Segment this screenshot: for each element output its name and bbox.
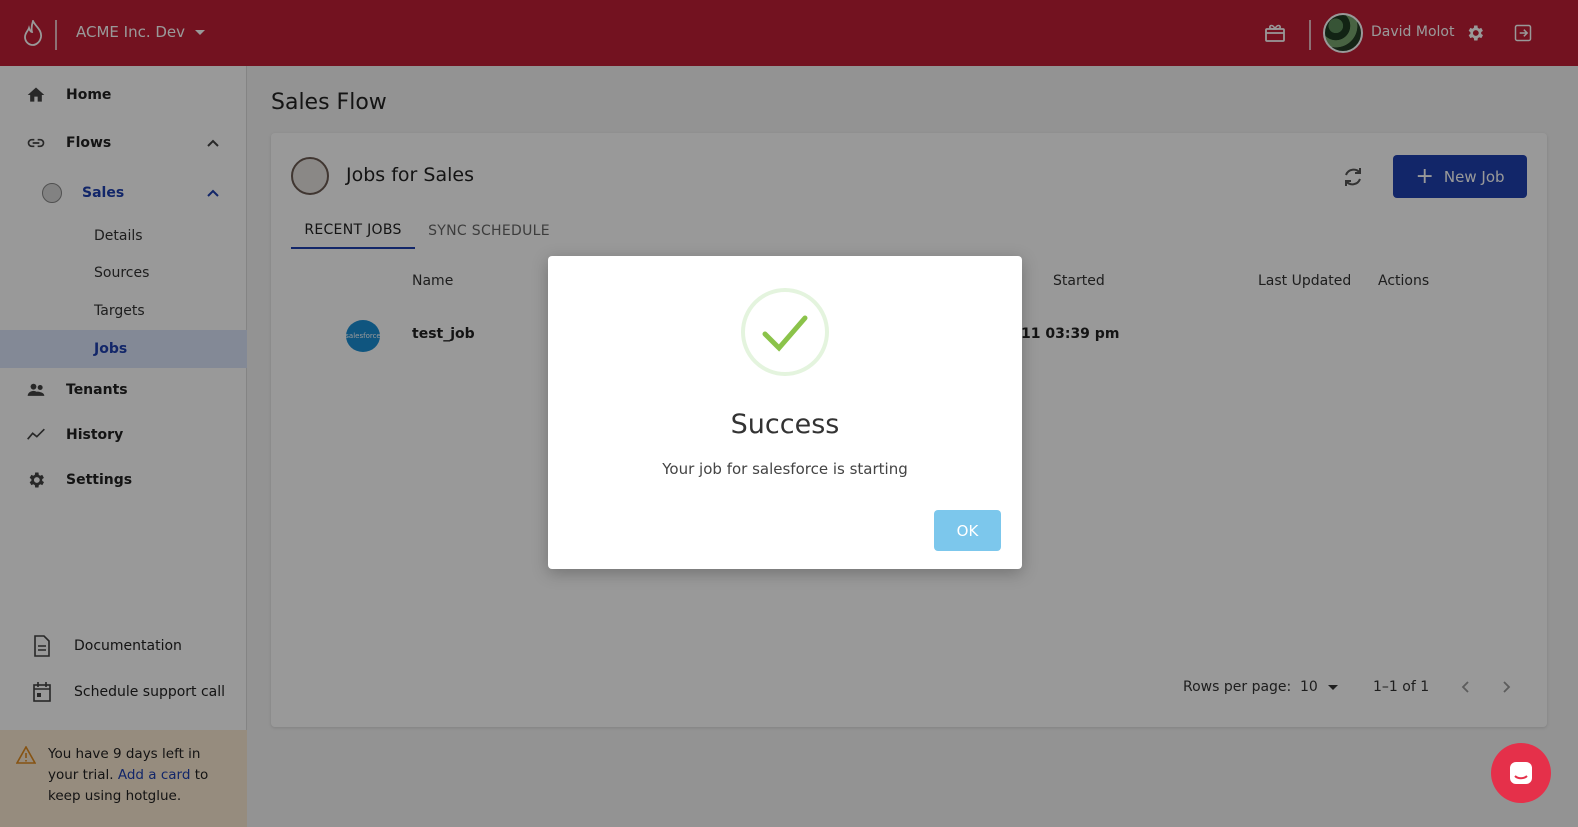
dialog-title: Success [730, 409, 840, 440]
chat-launcher-button[interactable] [1491, 743, 1551, 803]
chat-icon [1510, 762, 1532, 784]
dialog-message: Your job for salesforce is starting [662, 460, 908, 478]
ok-button[interactable]: OK [934, 510, 1001, 551]
success-dialog: Success Your job for salesforce is start… [548, 256, 1022, 569]
success-check-icon [741, 288, 829, 376]
